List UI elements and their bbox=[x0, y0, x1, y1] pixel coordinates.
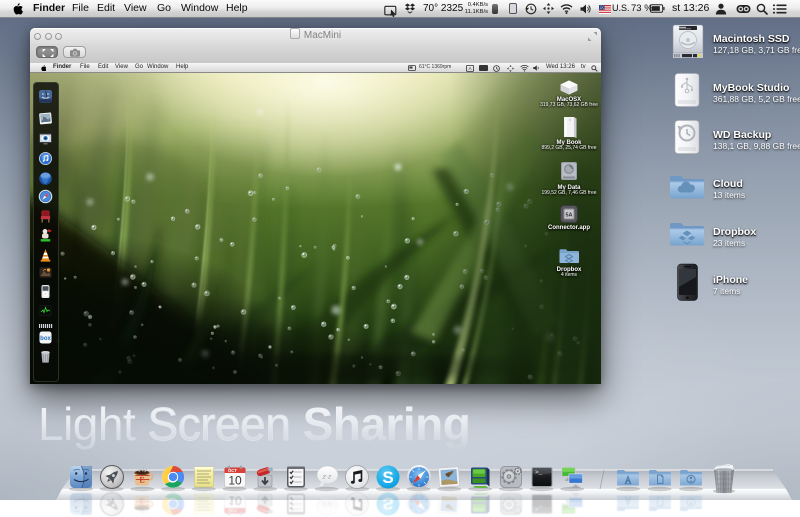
svg-text:A: A bbox=[468, 66, 471, 71]
svg-text:S: S bbox=[382, 494, 393, 513]
svg-text:>_: >_ bbox=[535, 505, 543, 512]
svg-text:z·z: z·z bbox=[321, 474, 331, 481]
svg-text:5A: 5A bbox=[565, 213, 572, 219]
svg-text:10: 10 bbox=[228, 474, 242, 488]
svg-text:S: S bbox=[382, 468, 393, 487]
svg-text:É: É bbox=[140, 475, 145, 485]
svg-text:z·z: z·z bbox=[321, 501, 331, 508]
svg-text:box: box bbox=[40, 336, 51, 342]
svg-text:É: É bbox=[140, 497, 145, 507]
svg-text:10: 10 bbox=[228, 494, 242, 508]
svg-text:>_: >_ bbox=[535, 469, 543, 476]
